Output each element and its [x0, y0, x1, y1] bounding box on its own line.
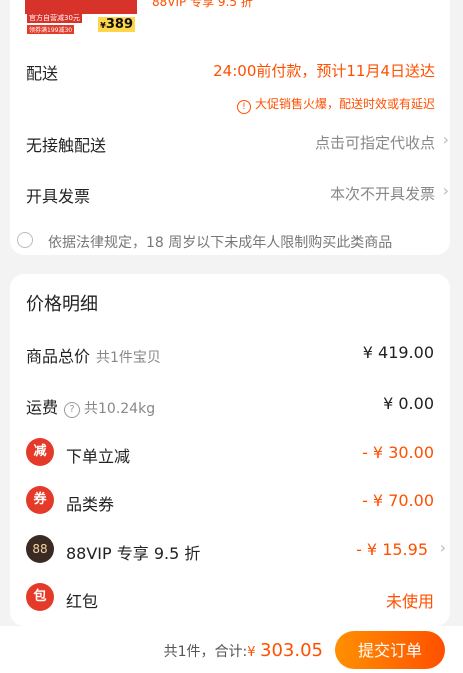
- submit-order-button[interactable]: 提交订单: [335, 631, 445, 669]
- checkout-bar: 共1件，合计:¥ 303.05 提交订单: [0, 626, 463, 673]
- contactless-delivery-label: 无接触配送: [26, 136, 107, 155]
- red-packet-value[interactable]: 未使用: [386, 588, 434, 612]
- chevron-right-icon[interactable]: ›: [443, 181, 449, 200]
- instant-discount-value: - ¥ 30.00: [362, 443, 434, 462]
- thumbnail-price: ¥389: [98, 17, 135, 32]
- delivery-delay-notice: ! 大促销售火爆，配送时效或有延迟: [236, 95, 435, 114]
- price-detail-card: 价格明细 商品总价 共1件宝贝 ¥ 419.00 运费? 共10.24kg ¥ 0.…: [10, 274, 450, 626]
- thumbnail-banner: [25, 0, 137, 14]
- product-thumbnail[interactable]: 官方自营减30元 领券满199减30 ¥389: [25, 0, 137, 36]
- invoice-label: 开具发票: [26, 187, 91, 206]
- chevron-right-icon[interactable]: ›: [443, 130, 449, 149]
- instant-discount-label: 下单立减: [66, 447, 131, 466]
- thumbnail-promo-line2: 领券满199减30: [27, 25, 75, 34]
- thumbnail-promo-line1: 官方自营减30元: [27, 13, 82, 23]
- vip-discount-label[interactable]: 88VIP 专享 9.5 折: [66, 540, 200, 564]
- red-packet-icon: 包: [26, 583, 54, 611]
- vip-discount-note: 88VIP 专享 9.5 折: [152, 0, 253, 9]
- shipping-value: ¥ 0.00: [383, 394, 434, 413]
- price-detail-title: 价格明细: [26, 294, 98, 315]
- red-packet-label[interactable]: 红包: [66, 588, 98, 612]
- warning-icon: !: [236, 100, 251, 114]
- order-info-card: [10, 0, 450, 255]
- shipping-row: 运费? 共10.24kg: [26, 398, 156, 418]
- age-confirm-radio[interactable]: [17, 232, 33, 248]
- legal-age-notice: 依据法律规定，18 周岁以下未成年人限制购买此类商品: [48, 235, 393, 251]
- subtotal-row: 商品总价 共1件宝贝: [26, 347, 161, 366]
- chevron-right-icon[interactable]: ›: [440, 538, 446, 557]
- invoice-value[interactable]: 本次不开具发票: [330, 183, 435, 204]
- category-coupon-value: - ¥ 70.00: [362, 491, 434, 510]
- contactless-delivery-value[interactable]: 点击可指定代收点: [315, 132, 435, 153]
- vip-icon: 88: [26, 535, 54, 563]
- instant-discount-icon: 减: [26, 438, 54, 466]
- delivery-label: 配送: [26, 64, 59, 83]
- delivery-time: 24:00前付款，预计11月4日送达: [213, 62, 435, 80]
- vip-discount-value[interactable]: - ¥ 15.95: [356, 540, 428, 559]
- order-total: 共1件，合计:¥ 303.05: [163, 640, 323, 661]
- subtotal-value: ¥ 419.00: [362, 343, 434, 362]
- category-coupon-label: 品类券: [66, 495, 115, 514]
- coupon-icon: 券: [26, 486, 54, 514]
- help-icon[interactable]: ?: [64, 402, 81, 418]
